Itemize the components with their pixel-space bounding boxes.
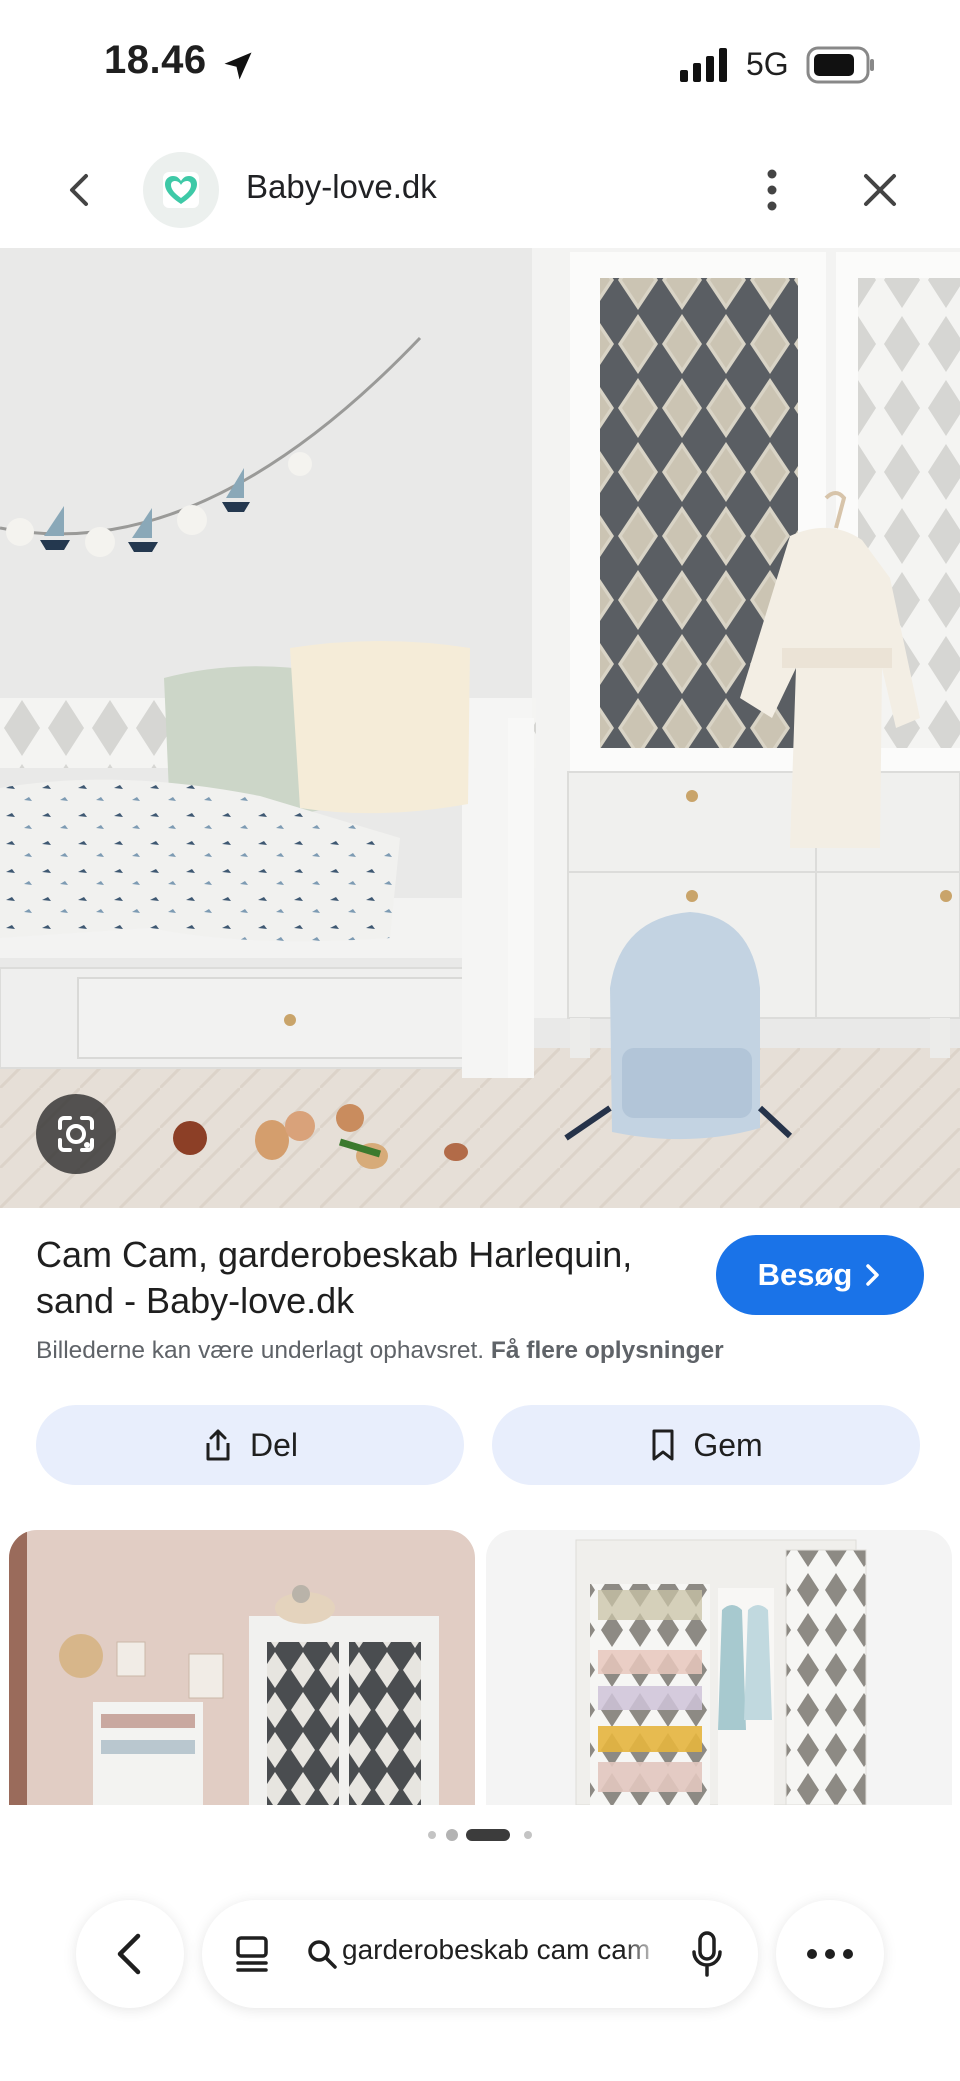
tabs-icon[interactable] xyxy=(232,1934,272,1974)
close-icon[interactable] xyxy=(860,170,900,210)
visit-button-label: Besøg xyxy=(757,1257,853,1292)
site-name[interactable]: Baby-love.dk xyxy=(246,168,437,206)
image-pager-dots xyxy=(428,1829,532,1841)
save-label: Gem xyxy=(693,1426,763,1463)
search-query[interactable]: garderobeskab cam cam xyxy=(342,1934,662,1966)
more-info-link[interactable]: Få flere oplysninger xyxy=(491,1337,724,1364)
search-icon xyxy=(308,1940,337,1969)
save-button[interactable]: Gem xyxy=(492,1405,920,1485)
related-image-2[interactable] xyxy=(486,1530,952,1805)
visit-button[interactable]: Besøg xyxy=(716,1235,924,1315)
product-image[interactable] xyxy=(0,248,960,1208)
back-icon xyxy=(117,1933,141,1975)
open-wardrobe-illustration xyxy=(486,1530,952,1805)
lens-search-button[interactable] xyxy=(36,1094,116,1174)
bookmark-icon xyxy=(652,1429,674,1461)
battery-icon xyxy=(806,46,874,84)
share-button[interactable]: Del xyxy=(36,1405,464,1485)
chevron-right-icon xyxy=(866,1264,880,1286)
signal-icon xyxy=(680,48,727,82)
site-logo[interactable] xyxy=(143,152,219,228)
location-arrow-icon xyxy=(224,52,252,80)
microphone-icon[interactable] xyxy=(690,1930,724,1978)
share-label: Del xyxy=(249,1426,298,1463)
heart-logo-icon xyxy=(163,172,199,208)
more-vertical-icon[interactable] xyxy=(754,164,790,216)
overflow-menu-button[interactable] xyxy=(776,1900,884,2008)
result-title[interactable]: Cam Cam, garderobeskab Harlequin, sand -… xyxy=(36,1232,676,1324)
pink-room-illustration xyxy=(9,1530,475,1805)
nursery-room-illustration xyxy=(0,248,960,1208)
lens-icon xyxy=(58,1116,94,1152)
network-type: 5G xyxy=(746,46,789,82)
more-horizontal-icon xyxy=(807,1949,853,1959)
search-bar[interactable]: garderobeskab cam cam xyxy=(202,1900,758,2008)
share-icon xyxy=(206,1429,230,1461)
bottom-back-button[interactable] xyxy=(76,1900,184,2008)
copyright-notice: Billederne kan være underlagt ophavsret.… xyxy=(36,1337,936,1365)
back-arrow-icon[interactable] xyxy=(60,168,100,212)
status-time: 18.46 xyxy=(104,38,207,82)
related-image-1[interactable] xyxy=(9,1530,475,1805)
copyright-text: Billederne kan være underlagt ophavsret. xyxy=(36,1337,485,1364)
